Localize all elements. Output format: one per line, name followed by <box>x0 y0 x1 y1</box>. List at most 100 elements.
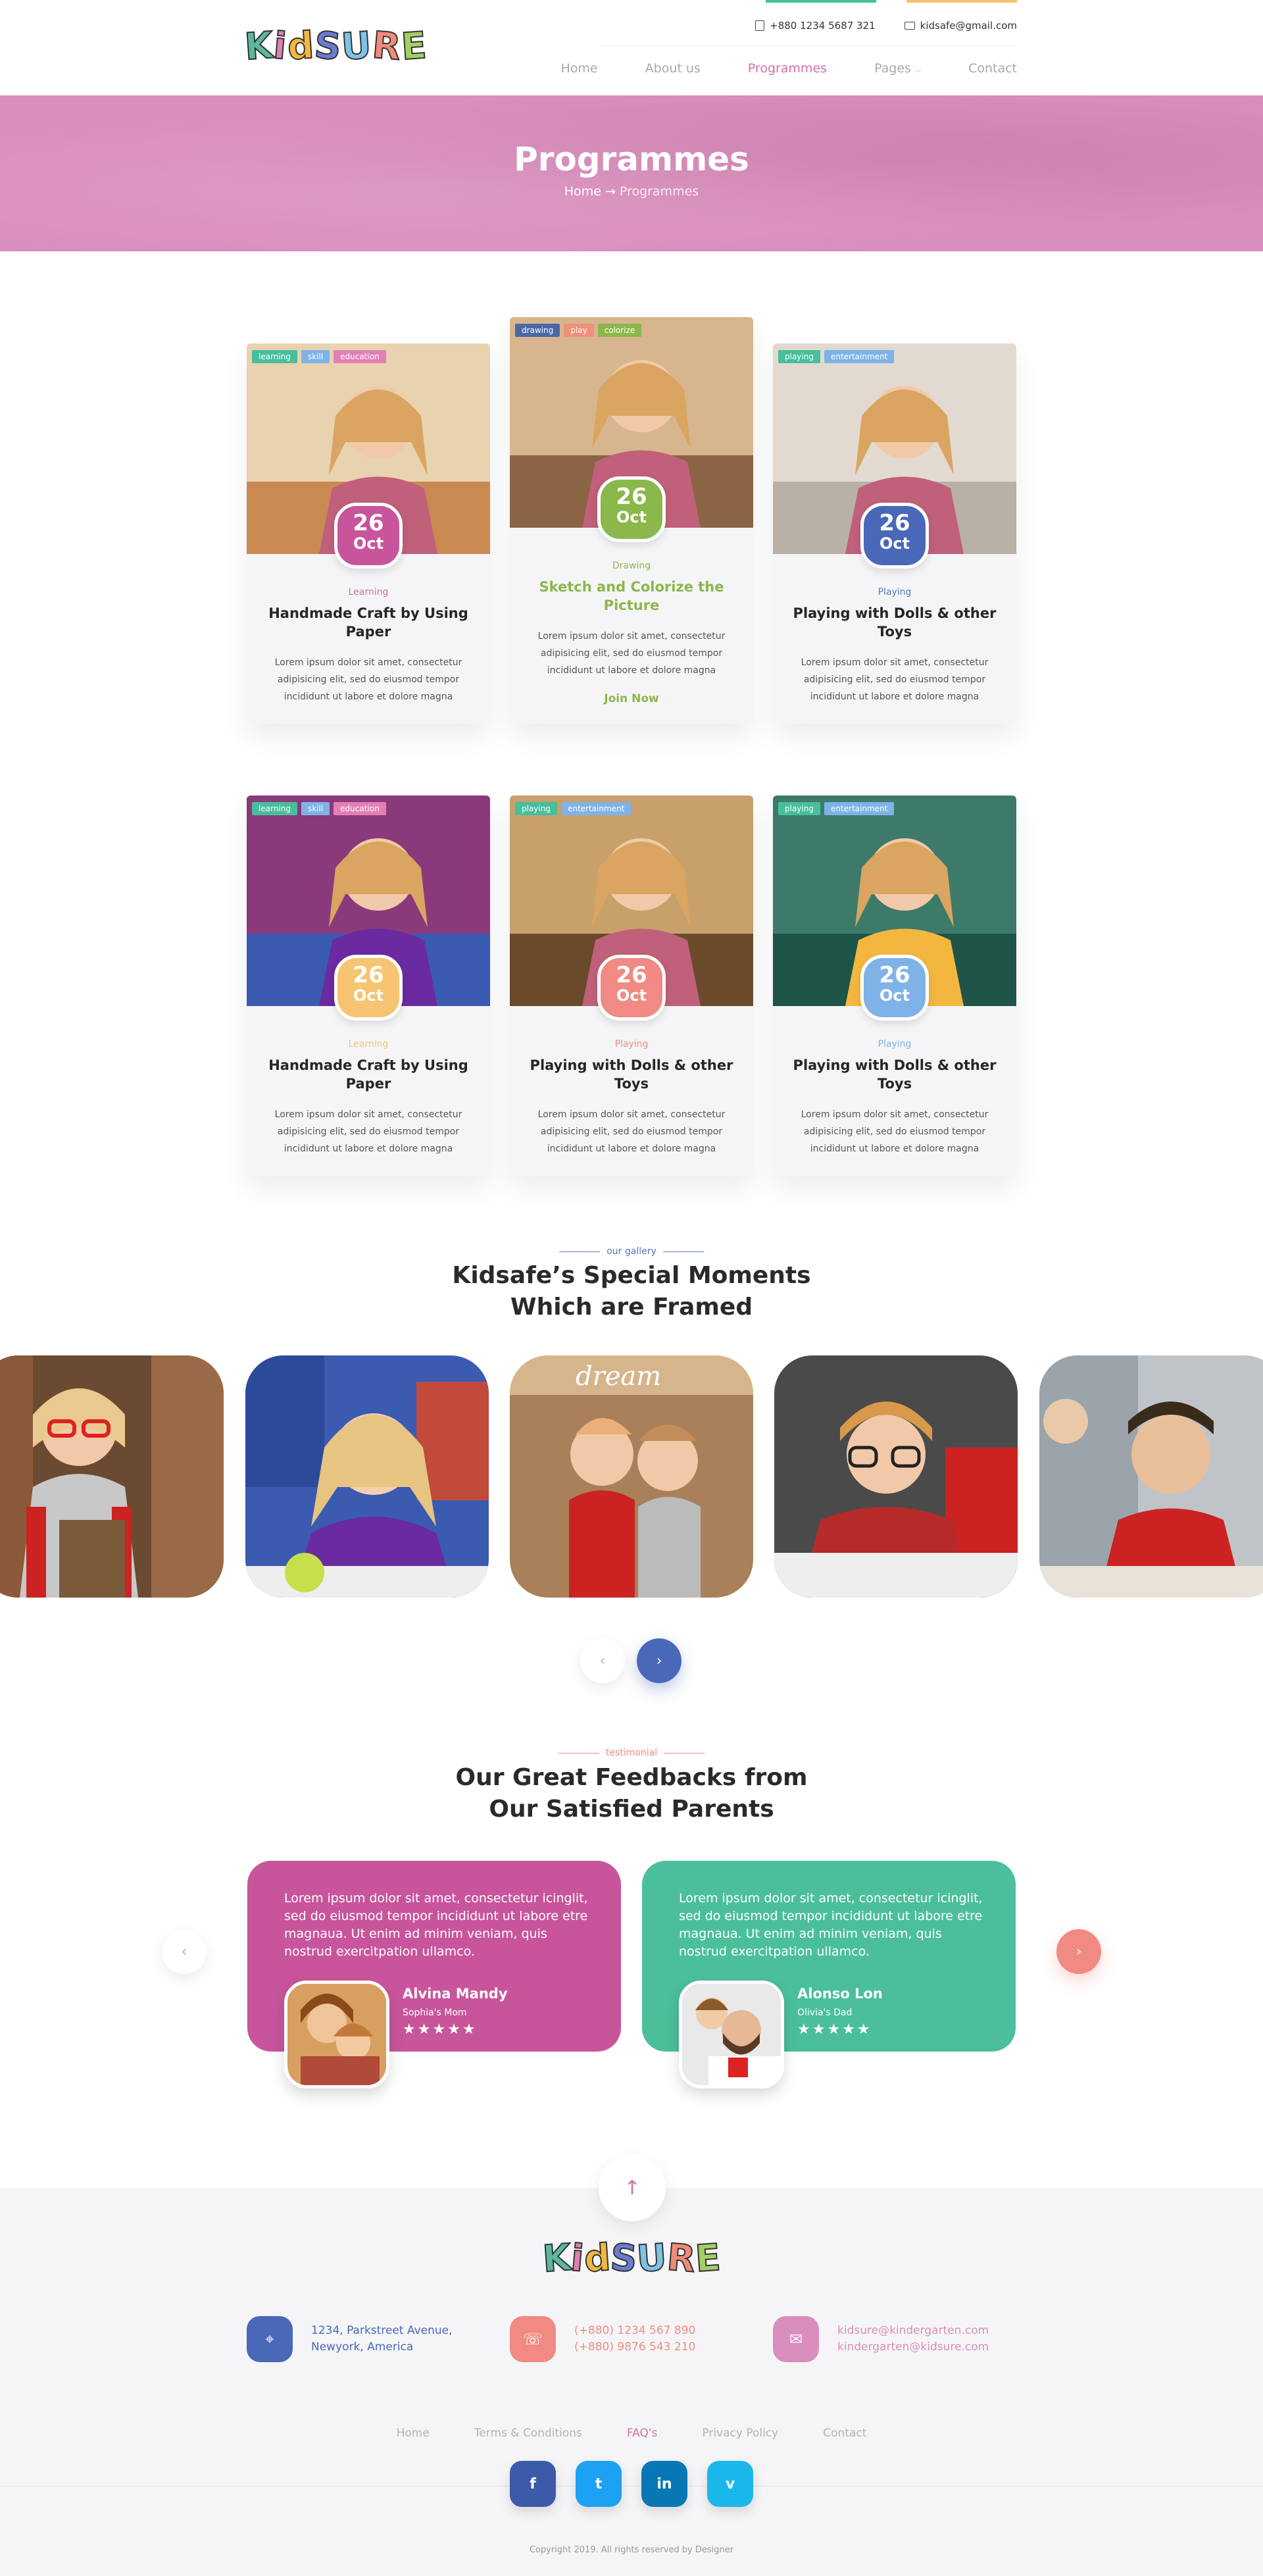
footer-phone: ☏ (+880) 1234 567 890 (+880) 9876 543 210 <box>510 2316 695 2362</box>
site-header: KidSURE +880 1234 5687 321 kidsafe@gmail… <box>0 0 1263 95</box>
gallery-photo-1[interactable] <box>0 1355 224 1598</box>
gallery-photo-5[interactable] <box>1039 1355 1263 1598</box>
testimonial-next-button[interactable]: › <box>1056 1929 1101 1974</box>
nav-about[interactable]: About us <box>645 61 701 76</box>
tag-badge[interactable]: playing <box>778 802 820 815</box>
breadcrumb-current: Programmes <box>619 184 699 199</box>
brand-logo[interactable]: KidSURE <box>243 23 429 70</box>
scroll-to-top-button[interactable]: ↑ <box>599 2154 666 2221</box>
programme-category: Playing <box>878 587 912 597</box>
footer-link-faq[interactable]: FAQ's <box>627 2427 657 2440</box>
programme-title[interactable]: Handmade Craft by Using Paper <box>266 604 470 641</box>
programme-description: Lorem ipsum dolor sit amet, consectetur … <box>537 1109 726 1154</box>
programme-card[interactable]: learning skill education 26 Oct Learning Handm… <box>247 343 490 724</box>
gallery-prev-button[interactable]: ‹ <box>580 1638 625 1683</box>
logo-letter: E <box>399 24 429 70</box>
header-contact: +880 1234 5687 321 kidsafe@gmail.com <box>755 20 1017 32</box>
nav-home[interactable]: Home <box>561 61 598 76</box>
tag-list: playing entertainment <box>778 350 895 363</box>
logo-letter: E <box>693 2236 722 2282</box>
gallery-photo-3[interactable]: dream <box>510 1355 753 1598</box>
page-banner: Programmes Home → Programmes <box>0 95 1263 251</box>
tag-badge[interactable]: entertainment <box>824 802 895 815</box>
tag-badge[interactable]: education <box>334 802 386 815</box>
programme-category: Playing <box>878 1039 912 1049</box>
programme-category: Playing <box>614 1039 649 1049</box>
tag-badge[interactable]: colorize <box>597 324 642 337</box>
star-rating-icon: ★★★★★ <box>403 2021 478 2038</box>
programme-description: Lorem ipsum dolor sit amet, consectetur … <box>274 657 462 702</box>
headset-icon: ☏ <box>510 2316 556 2362</box>
chevron-left-icon: ‹ <box>599 1652 606 1669</box>
date-badge: 26 Oct <box>334 503 403 568</box>
programme-title[interactable]: Handmade Craft by Using Paper <box>266 1056 470 1093</box>
footer-logo[interactable]: KidSURE <box>0 2235 1263 2282</box>
gallery-photo-4[interactable] <box>774 1355 1018 1598</box>
programme-card[interactable]: playing entertainment 26 Oct Playing Playing … <box>510 796 753 1176</box>
tag-badge[interactable]: skill <box>301 350 330 363</box>
breadcrumb-home[interactable]: Home <box>564 184 601 199</box>
nav-pages[interactable]: Pages ⌵ <box>874 61 921 76</box>
location-pin-icon: ⌖ <box>247 2316 293 2362</box>
mail-icon: ✉ <box>773 2316 819 2362</box>
header-email[interactable]: kidsafe@gmail.com <box>920 20 1017 32</box>
logo-letter: S <box>608 2235 639 2281</box>
logo-letter: S <box>312 23 344 69</box>
testimonial-prev-button[interactable]: ‹ <box>162 1929 207 1974</box>
avatar <box>679 1981 784 2088</box>
footer-link-home[interactable]: Home <box>397 2427 430 2440</box>
chevron-right-icon: › <box>656 1652 662 1669</box>
programme-card[interactable]: playing entertainment 26 Oct Playing Playing … <box>773 343 1016 724</box>
programme-title[interactable]: Playing with Dolls & other Toys <box>793 1056 997 1093</box>
programme-description: Lorem ipsum dolor sit amet, consectetur … <box>801 657 989 702</box>
linkedin-icon[interactable]: in <box>641 2461 687 2507</box>
tag-badge[interactable]: learning <box>252 350 297 363</box>
tag-badge[interactable]: play <box>564 324 594 337</box>
tag-list: drawing play colorize <box>515 324 642 337</box>
testimonial-text: Lorem ipsum dolor sit amet, consectetur … <box>284 1891 588 1959</box>
nav-programmes[interactable]: Programmes <box>748 61 827 76</box>
programme-card[interactable]: learning skill education 26 Oct Learning Handm… <box>247 796 490 1176</box>
gallery-next-button[interactable]: › <box>637 1638 681 1683</box>
social-links: f t in v <box>0 2461 1263 2507</box>
mail-icon <box>904 22 915 30</box>
footer-email: ✉ kidsure@kindergarten.com kindergarten@k… <box>773 2316 989 2362</box>
tag-badge[interactable]: playing <box>515 802 557 815</box>
footer-link-contact[interactable]: Contact <box>823 2427 866 2440</box>
footer-link-privacy[interactable]: Privacy Policy <box>702 2427 778 2440</box>
avatar <box>284 1981 389 2088</box>
tag-badge[interactable]: skill <box>301 802 330 815</box>
tag-badge[interactable]: playing <box>778 350 820 363</box>
programme-category: Learning <box>348 1039 389 1049</box>
tag-badge[interactable]: education <box>334 350 386 363</box>
tag-list: playing entertainment <box>778 802 895 815</box>
tag-badge[interactable]: entertainment <box>560 802 632 815</box>
programme-title[interactable]: Playing with Dolls & other Toys <box>793 604 997 641</box>
arrow-right-icon: → <box>605 184 616 199</box>
tag-badge[interactable]: drawing <box>515 324 560 337</box>
phone-icon <box>755 20 765 31</box>
nav-contact[interactable]: Contact <box>968 61 1017 76</box>
logo-letter: R <box>664 2235 698 2282</box>
footer-address: ⌖ 1234, Parkstreet Avenue, Newyork, Ameri… <box>247 2316 453 2362</box>
join-now-button[interactable]: Join Now <box>530 692 733 705</box>
programme-card[interactable]: playing entertainment 26 Oct Playing Playing … <box>773 796 1016 1176</box>
star-rating-icon: ★★★★★ <box>797 2021 872 2038</box>
twitter-icon[interactable]: t <box>576 2461 622 2507</box>
programme-title[interactable]: Sketch and Colorize the Picture <box>530 578 733 615</box>
footer-link-terms[interactable]: Terms & Conditions <box>474 2427 582 2440</box>
programme-card[interactable]: drawing play colorize 26 Oct Drawing Sketch an… <box>510 317 753 724</box>
logo-letter: R <box>370 23 404 70</box>
footer-nav: Home Terms & Conditions FAQ's Privacy Po… <box>0 2427 1263 2440</box>
tag-badge[interactable]: entertainment <box>824 350 895 363</box>
facebook-icon[interactable]: f <box>510 2461 556 2507</box>
programme-category: Learning <box>348 587 389 597</box>
vimeo-icon[interactable]: v <box>707 2461 753 2507</box>
tag-list: playing entertainment <box>515 802 632 815</box>
testimonial-name: Alonso Lon <box>797 1986 883 2002</box>
programme-title[interactable]: Playing with Dolls & other Toys <box>530 1056 733 1093</box>
tag-badge[interactable]: learning <box>252 802 297 815</box>
gallery-photo-2[interactable] <box>245 1355 489 1598</box>
programme-description: Lorem ipsum dolor sit amet, consectetur … <box>274 1109 462 1154</box>
gallery-title: Kidsafe’s Special Moments Which are Frame… <box>452 1262 811 1321</box>
